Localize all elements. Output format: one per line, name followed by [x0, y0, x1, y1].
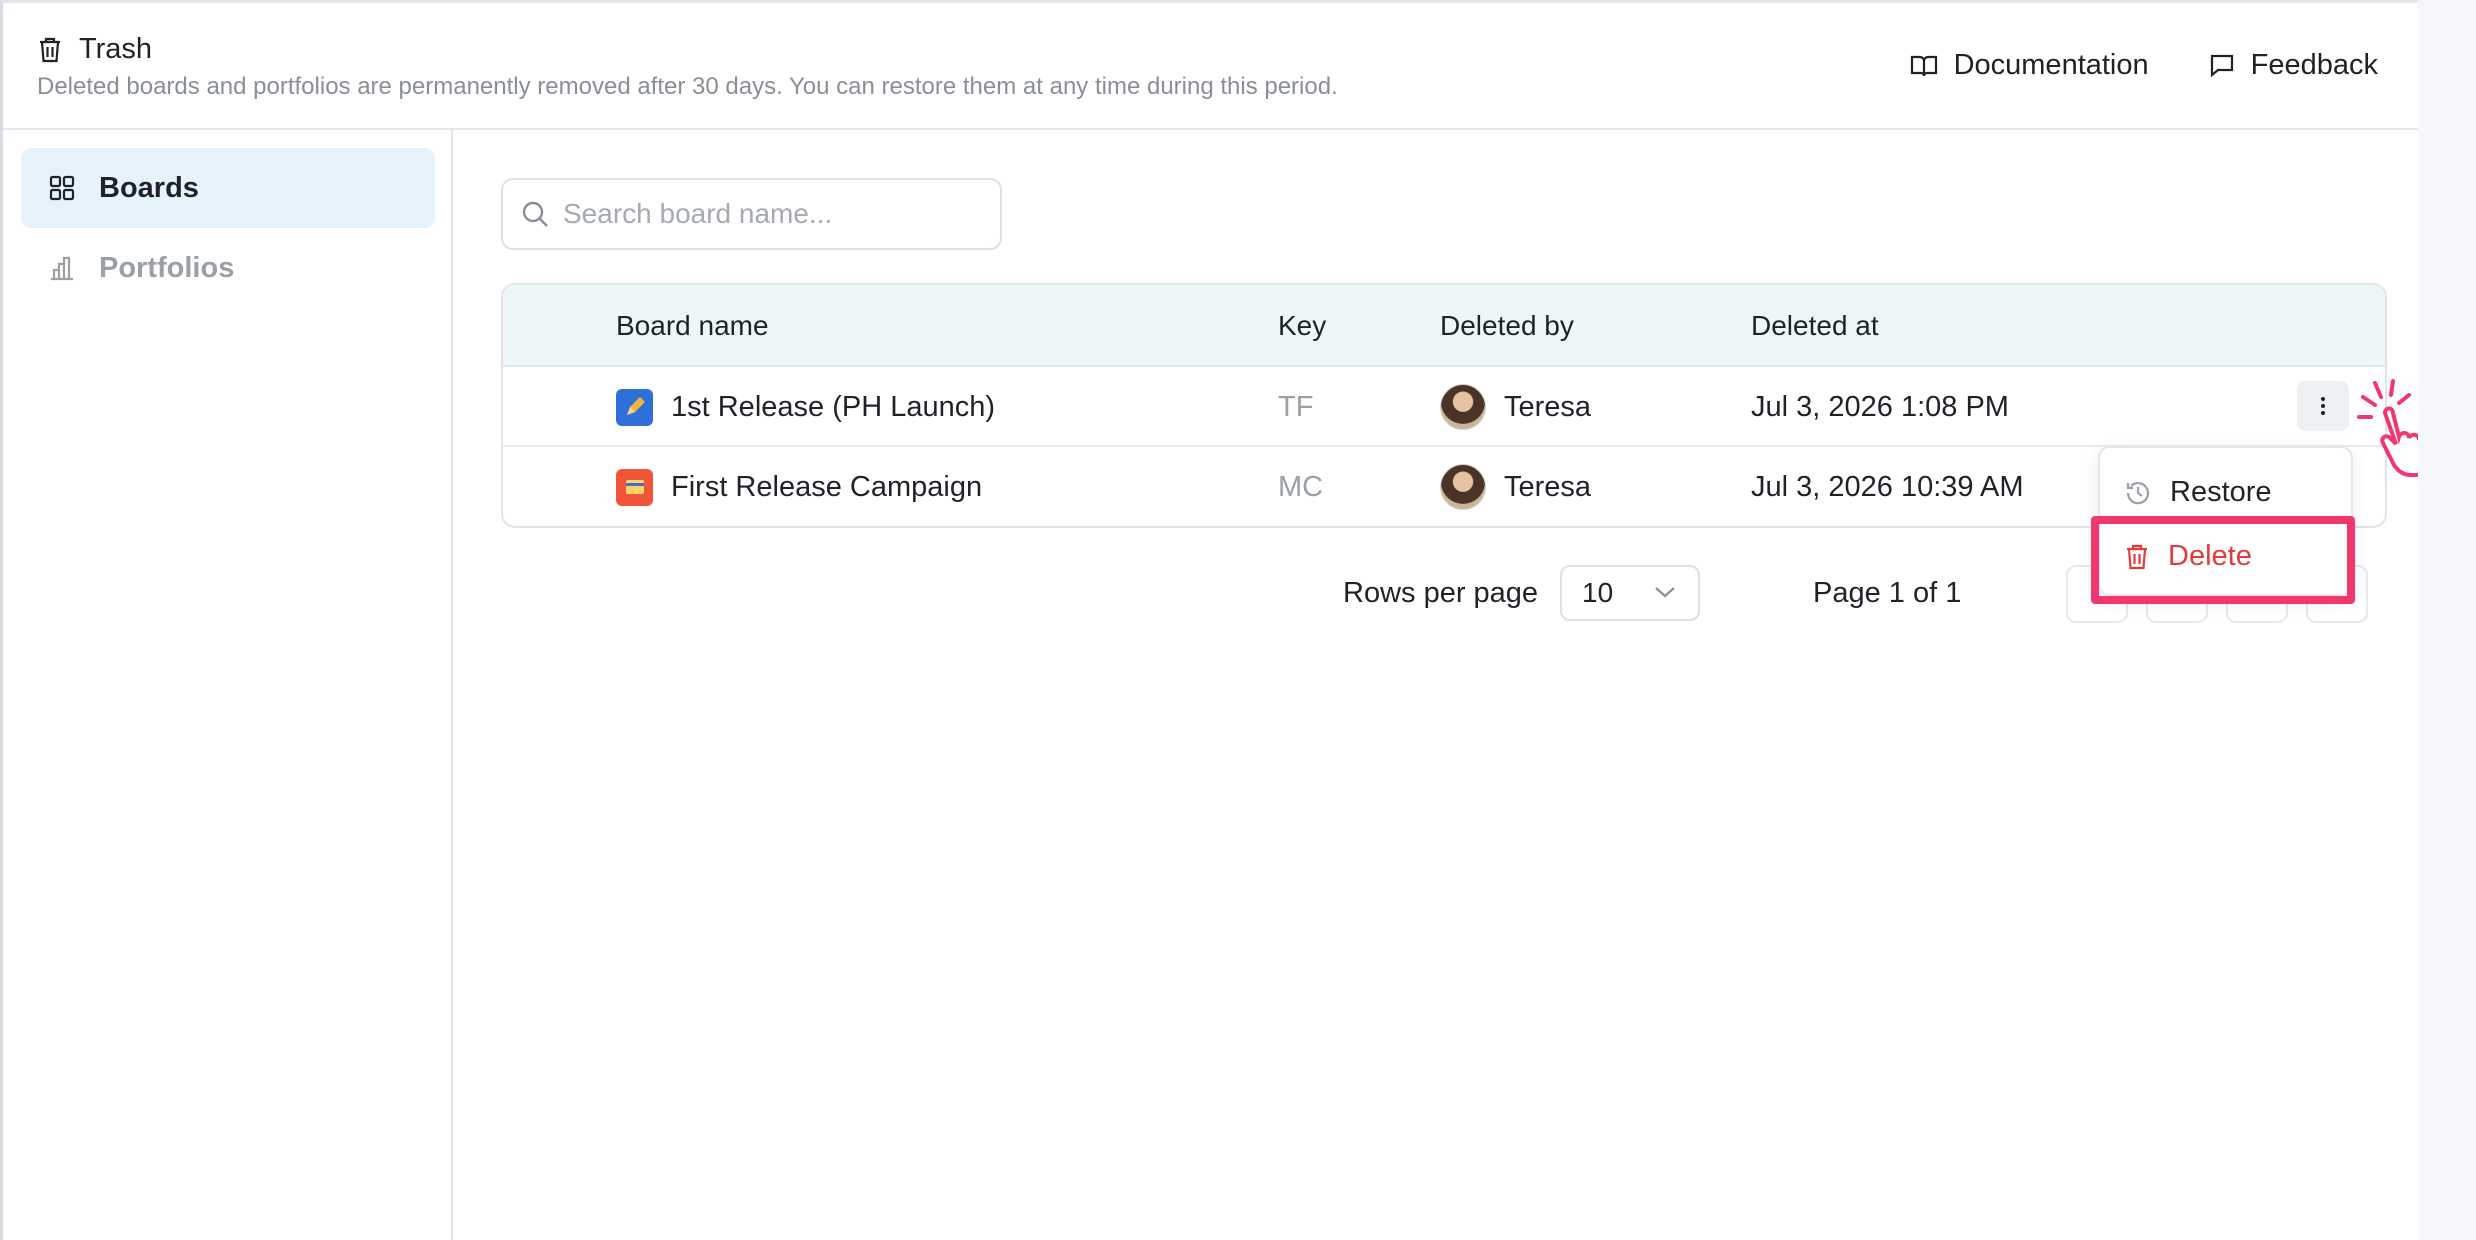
table-row[interactable]: 1st Release (PH Launch) TF Teresa Jul 3,…: [503, 367, 2385, 447]
more-vertical-icon: [2320, 396, 2326, 416]
board-name-cell: First Release Campaign: [616, 447, 983, 526]
column-header-deleted-at: Deleted at: [1751, 310, 1879, 341]
row-actions-menu: Restore Delete: [2098, 446, 2353, 596]
deleted-at: Jul 3, 2026 1:08 PM: [1751, 390, 2009, 423]
delete-label: Delete: [2168, 540, 2252, 572]
page-info: Page 1 of 1: [1813, 576, 1962, 609]
trash-icon: [37, 36, 63, 64]
deleted-by-cell: Teresa: [1440, 447, 1592, 526]
board-name: First Release Campaign: [671, 470, 983, 503]
sidebar: Boards Portfolios: [3, 130, 453, 1240]
page-header: Trash Deleted boards and portfolios are …: [3, 3, 2418, 130]
avatar: [1440, 384, 1486, 430]
title-row: Trash: [37, 33, 152, 66]
message-icon: [2209, 53, 2235, 79]
column-header-deleted-by: Deleted by: [1440, 310, 1574, 341]
feedback-link[interactable]: Feedback: [2209, 49, 2378, 82]
sidebar-item-boards[interactable]: Boards: [21, 148, 435, 228]
restore-label: Restore: [2170, 476, 2272, 508]
feedback-label: Feedback: [2250, 49, 2378, 81]
deleted-by-cell: Teresa: [1440, 367, 1591, 447]
sidebar-item-portfolios[interactable]: Portfolios: [21, 228, 435, 308]
delete-menu-item[interactable]: Delete: [2124, 540, 2252, 573]
board-card-icon: [616, 468, 653, 506]
rows-per-page-select[interactable]: 10: [1560, 565, 1700, 621]
history-icon: [2124, 479, 2152, 507]
sidebar-item-label: Boards: [99, 171, 199, 204]
trash-icon: [2124, 543, 2150, 571]
documentation-label: Documentation: [1953, 49, 2149, 81]
table-header: Board name Key Deleted by Deleted at: [503, 285, 2385, 367]
avatar: [1440, 464, 1486, 510]
page-title: Trash: [79, 33, 153, 65]
search-input[interactable]: [563, 198, 983, 230]
app-window: Trash Deleted boards and portfolios are …: [0, 0, 2434, 1240]
sidebar-item-label: Portfolios: [99, 251, 235, 284]
page-subtitle: Deleted boards and portfolios are perman…: [37, 73, 1338, 100]
grid-icon: [49, 175, 75, 201]
row-actions-button[interactable]: [2297, 381, 2349, 431]
search-box: [501, 178, 1002, 250]
header-links: Documentation Feedback: [1910, 49, 2378, 82]
restore-menu-item[interactable]: Restore: [2124, 476, 2272, 509]
board-name: 1st Release (PH Launch): [671, 390, 995, 423]
chevron-down-icon: [1654, 585, 1676, 599]
bar-chart-icon: [49, 255, 75, 281]
column-header-key: Key: [1278, 310, 1327, 341]
deleted-at: Jul 3, 2026 10:39 AM: [1751, 470, 2024, 503]
search-icon: [521, 200, 549, 228]
board-name-cell: 1st Release (PH Launch): [616, 367, 995, 447]
column-header-board-name: Board name: [616, 310, 769, 341]
right-edge-strip: [2418, 0, 2476, 1240]
rows-per-page-value: 10: [1582, 577, 1614, 608]
board-pencil-icon: [616, 388, 653, 426]
board-key: TF: [1278, 390, 1314, 423]
book-icon: [1910, 53, 1938, 79]
deleted-by-name: Teresa: [1504, 390, 1592, 423]
board-key: MC: [1278, 470, 1324, 503]
rows-per-page-label: Rows per page: [1343, 576, 1539, 609]
deleted-by-name: Teresa: [1504, 470, 1592, 503]
documentation-link[interactable]: Documentation: [1910, 49, 2149, 82]
